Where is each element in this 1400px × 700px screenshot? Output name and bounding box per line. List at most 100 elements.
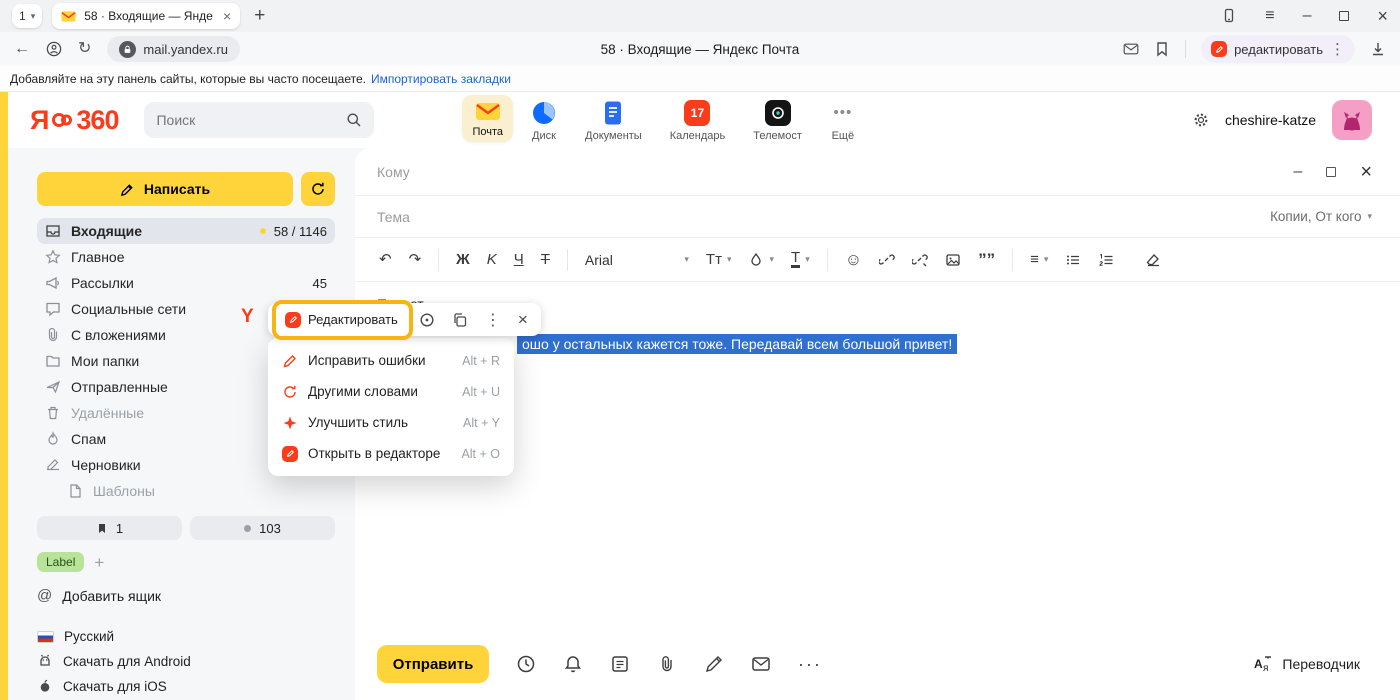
window-close-icon[interactable]: ×	[1377, 7, 1388, 25]
tab-group-counter[interactable]: 1 ▾	[12, 4, 42, 28]
russian-flag-icon	[37, 631, 54, 643]
attach-file-icon[interactable]	[657, 654, 677, 674]
window-maximize-icon[interactable]	[1339, 11, 1349, 21]
edit-button-label: Редактировать	[308, 312, 398, 327]
android-icon	[37, 653, 53, 669]
language-link[interactable]: Русский	[37, 629, 335, 644]
underline-button[interactable]: Ч	[514, 252, 524, 267]
compose-expand-icon[interactable]	[1326, 167, 1336, 177]
menu-item-improve-style[interactable]: Улучшить стиль Alt + Y	[268, 407, 514, 438]
add-label-icon[interactable]: +	[94, 554, 104, 571]
align-select[interactable]: ≡ ▾	[1030, 252, 1048, 267]
envelope-icon[interactable]	[751, 654, 771, 674]
image-icon[interactable]	[945, 252, 961, 268]
undo-icon[interactable]: ↶	[379, 252, 392, 267]
menu-item-rephrase[interactable]: Другими словами Alt + U	[268, 376, 514, 407]
yandex-floating-letter[interactable]: Y	[241, 306, 254, 328]
label-tag[interactable]: Label	[37, 552, 84, 572]
gear-icon[interactable]	[1193, 112, 1209, 128]
browser-menu-icon[interactable]: ≡	[1265, 8, 1274, 24]
send-button[interactable]: Отправить	[377, 645, 489, 683]
app-telemost[interactable]: Телемост	[743, 95, 812, 146]
editor-extension-button[interactable]: редактировать ⋮	[1201, 35, 1355, 63]
bookmark-icon[interactable]	[1154, 41, 1170, 57]
new-tab-button[interactable]: +	[250, 5, 269, 27]
bookmarked-filter[interactable]: 1	[37, 516, 182, 540]
droplet-icon	[748, 252, 764, 268]
unread-count: 103	[259, 521, 281, 536]
username[interactable]: cheshire-katze	[1225, 112, 1316, 128]
search-box[interactable]	[144, 102, 374, 138]
reminder-bell-icon[interactable]	[563, 654, 583, 674]
more-apps-icon: •••	[830, 100, 856, 126]
edit-button[interactable]: Редактировать	[281, 308, 402, 332]
eraser-icon[interactable]	[1145, 252, 1161, 268]
menu-item-open-editor[interactable]: Открыть в редакторе Alt + O	[268, 438, 514, 469]
subject-field[interactable]: Тема Копии, От кого ▾	[355, 196, 1400, 238]
folder-templates[interactable]: Шаблоны	[37, 478, 335, 504]
highlight-color-select[interactable]: ▾	[748, 252, 774, 268]
kebab-menu-icon[interactable]: ⋮	[1330, 40, 1345, 58]
compose-button[interactable]: Написать	[37, 172, 293, 206]
yandex-360-logo[interactable]: Я 360	[30, 105, 118, 136]
download-icon[interactable]	[1370, 41, 1386, 57]
redo-icon[interactable]: ↷	[409, 252, 422, 267]
signature-pen-icon[interactable]	[704, 654, 724, 674]
compose-close-icon[interactable]: ×	[1360, 162, 1372, 182]
app-mail[interactable]: Почта	[462, 95, 513, 142]
android-label: Скачать для Android	[63, 654, 191, 669]
android-download-link[interactable]: Скачать для Android	[37, 653, 335, 669]
italic-button[interactable]: K	[487, 252, 497, 267]
copy-icon[interactable]	[452, 312, 468, 328]
quote-icon[interactable]: ””	[978, 251, 995, 268]
unread-filter[interactable]: 103	[190, 516, 335, 540]
tab-close-icon[interactable]: ×	[223, 9, 231, 23]
popup-close-icon[interactable]: ×	[518, 311, 528, 328]
back-icon[interactable]: ←	[14, 41, 30, 57]
browser-tab[interactable]: 58 · Входящие — Янде ×	[52, 3, 240, 29]
window-minimize-icon[interactable]: –	[1303, 8, 1312, 24]
ios-download-link[interactable]: Скачать для iOS	[37, 678, 335, 694]
selected-text[interactable]: ошо у остальных кажется тоже. Передавай …	[517, 334, 957, 354]
font-family-select[interactable]: Arial ▾	[585, 252, 689, 268]
compose-minimize-icon[interactable]: –	[1293, 164, 1302, 180]
add-mailbox-button[interactable]: @ Добавить ящик	[37, 587, 335, 604]
app-disk[interactable]: Диск	[521, 95, 567, 146]
avatar[interactable]	[1332, 100, 1372, 140]
schedule-send-icon[interactable]	[516, 654, 536, 674]
app-docs[interactable]: Документы	[575, 95, 652, 146]
menu-item-fix-errors[interactable]: Исправить ошибки Alt + R	[268, 345, 514, 376]
template-note-icon[interactable]	[610, 654, 630, 674]
font-size-select[interactable]: Tт ▾	[706, 252, 732, 267]
emoji-icon[interactable]: ☺	[845, 251, 862, 268]
refresh-button[interactable]	[301, 172, 335, 206]
address-bar-actions: редактировать ⋮	[1123, 35, 1386, 63]
folder-newsletters[interactable]: Рассылки 45	[37, 270, 335, 296]
record-circle-icon[interactable]	[419, 312, 435, 328]
numbered-list-icon[interactable]	[1098, 252, 1114, 268]
folder-main[interactable]: Главное	[37, 244, 335, 270]
strikethrough-button[interactable]: T	[541, 252, 550, 267]
more-options-icon[interactable]: ···	[798, 654, 822, 675]
bold-button[interactable]: Ж	[456, 252, 470, 267]
cc-from-toggle[interactable]: Копии, От кого ▾	[1270, 209, 1372, 224]
url-text: mail.yandex.ru	[143, 42, 228, 57]
folder-inbox[interactable]: Входящие 58 / 1146	[37, 218, 335, 244]
url-field[interactable]: mail.yandex.ru	[107, 36, 240, 62]
to-field[interactable]: Кому – ×	[355, 148, 1400, 196]
reload-icon[interactable]: ↻	[78, 41, 91, 57]
devices-icon[interactable]	[1221, 8, 1237, 24]
link-icon[interactable]	[879, 252, 895, 268]
app-more[interactable]: ••• Ещё	[820, 95, 866, 146]
search-input[interactable]	[156, 112, 346, 128]
kebab-menu-icon[interactable]: ⋮	[485, 310, 501, 330]
paper-plane-icon	[45, 379, 61, 395]
bullet-list-icon[interactable]	[1065, 252, 1081, 268]
app-calendar[interactable]: 17 Календарь	[660, 95, 736, 146]
text-color-select[interactable]: T ▾	[791, 251, 810, 268]
import-bookmarks-link[interactable]: Импортировать закладки	[371, 72, 511, 86]
mail-icon[interactable]	[1123, 41, 1139, 57]
translator-button[interactable]: Aя Переводчик	[1253, 654, 1360, 674]
profile-icon[interactable]	[46, 41, 62, 57]
unlink-icon[interactable]	[912, 252, 928, 268]
